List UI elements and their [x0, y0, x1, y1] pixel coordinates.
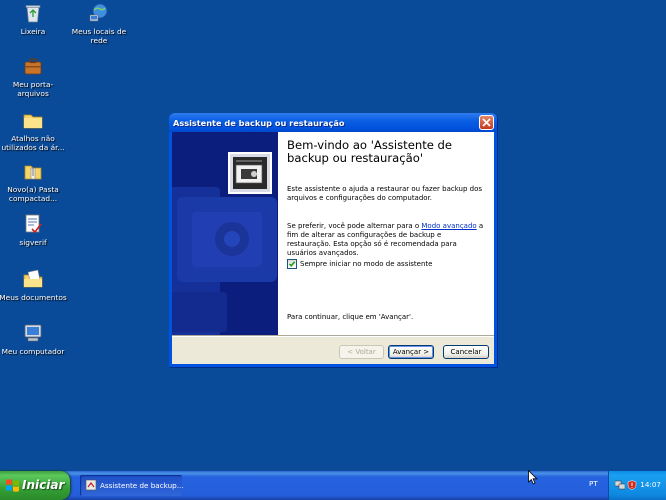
back-button[interactable]: < Voltar	[339, 345, 384, 359]
close-button[interactable]	[479, 115, 494, 130]
advanced-mode-link[interactable]: Modo avançado	[421, 222, 476, 230]
start-button[interactable]: Iniciar	[0, 471, 70, 500]
checkmark-icon	[288, 261, 296, 267]
always-wizard-checkbox-label: Sempre iniciar no modo de assistente	[300, 260, 433, 268]
desktop-icon-label: Atalhos não utilizados da ár...	[1, 134, 65, 152]
start-button-label: Iniciar	[22, 478, 65, 492]
backup-wizard-dialog: Assistente de backup ou restauração Bem-…	[169, 113, 497, 367]
button-separator	[172, 335, 494, 337]
dialog-titlebar[interactable]: Assistente de backup ou restauração	[169, 113, 497, 132]
taskbar-item-label: Assistente de backup...	[100, 481, 184, 490]
network-places-icon	[89, 3, 108, 22]
windows-logo-icon	[6, 479, 19, 492]
taskbar-item-backup-wizard[interactable]: Assistente de backup...	[80, 475, 184, 496]
desktop-icon-label: Meu porta-arquivos	[12, 80, 54, 98]
mouse-cursor-icon	[528, 470, 538, 485]
cancel-button[interactable]: Cancelar	[443, 345, 489, 359]
wizard-side-banner	[172, 132, 278, 335]
dialog-client-area: Bem-vindo ao 'Assistente de backup ou re…	[172, 132, 494, 364]
next-button[interactable]: Avançar >	[388, 345, 434, 359]
briefcase-icon	[24, 58, 42, 75]
taskbar: Iniciar Assistente de backup... PT 14:07	[0, 471, 666, 500]
always-wizard-checkbox[interactable]	[287, 259, 297, 269]
system-tray: 14:07	[608, 471, 666, 500]
desktop-icon-network-places[interactable]: Meus locais de rede	[62, 2, 136, 45]
desktop-icon-label: Lixeira	[20, 27, 46, 36]
folder-icon	[23, 114, 43, 129]
wizard-heading: Bem-vindo ao 'Assistente de backup ou re…	[287, 138, 453, 165]
wizard-continue-text: Para continuar, clique em 'Avançar'.	[287, 313, 414, 321]
advanced-prefix-text: Se preferir, você pode alternar para o	[287, 222, 422, 230]
close-icon	[482, 118, 491, 127]
desktop-icon-folder[interactable]: Atalhos não utilizados da ár...	[0, 109, 70, 152]
dialog-title: Assistente de backup ou restauração	[173, 118, 345, 128]
desktop-icon-label: sigverif	[19, 238, 47, 247]
clock[interactable]: 14:07	[640, 480, 661, 489]
wizard-content: Bem-vindo ao 'Assistente de backup ou re…	[278, 132, 494, 335]
zip-folder-icon	[24, 165, 42, 180]
desktop-icon-zip-folder[interactable]: Novo(a) Pasta compactad...	[0, 160, 70, 203]
desktop-icon-label: Meu computador	[1, 347, 65, 356]
desktop-icon-my-computer[interactable]: Meu computador	[0, 322, 70, 356]
wizard-advanced-text: Se preferir, você pode alternar para o M…	[287, 222, 487, 258]
my-computer-icon	[24, 324, 42, 342]
desktop-icon-sigverif[interactable]: sigverif	[0, 213, 70, 247]
wizard-intro-text: Este assistente o ajuda a restaurar ou f…	[287, 185, 483, 202]
always-wizard-checkbox-row[interactable]: Sempre iniciar no modo de assistente	[287, 259, 432, 269]
backup-wizard-watermark-icon	[172, 152, 277, 335]
desktop-icon-label: Novo(a) Pasta compactad...	[7, 185, 59, 203]
language-indicator[interactable]: PT	[589, 479, 598, 488]
desktop-icon-recycle-bin[interactable]: Lixeira	[0, 2, 70, 36]
backup-wizard-icon	[85, 479, 97, 491]
my-documents-icon	[23, 269, 43, 288]
sigverif-icon	[25, 214, 42, 234]
desktop-icon-label: Meus locais de rede	[71, 27, 127, 45]
recycle-bin-icon	[25, 5, 41, 23]
desktop-icon-my-documents[interactable]: Meus documentos	[0, 268, 70, 302]
network-tray-icon[interactable]	[615, 480, 625, 490]
desktop-icon-briefcase[interactable]: Meu porta-arquivos	[0, 55, 70, 98]
security-alert-icon[interactable]	[627, 480, 637, 490]
desktop-icon-label: Meus documentos	[0, 293, 67, 302]
